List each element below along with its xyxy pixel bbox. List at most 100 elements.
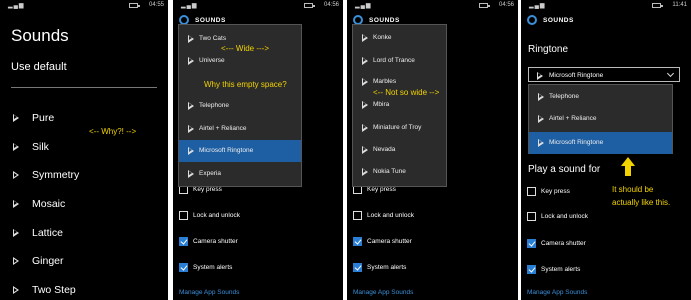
annotation-should-be: It should be actually like this. [612,185,671,207]
option-microsoft-ringtone[interactable]: Microsoft Ringtone [179,140,301,162]
checkbox-box[interactable] [353,211,362,220]
checkbox-box[interactable] [527,212,536,221]
annotation-wide: <--- Wide ---> [221,44,269,53]
sound-item-pure[interactable]: Pure [11,112,79,141]
battery-icon [652,3,663,8]
option-konke[interactable]: Konke [353,31,446,45]
ringtone-label: Ringtone [528,44,569,55]
option-mbira[interactable]: Mbira [353,98,446,112]
sound-list: Pure Silk Symmetry Mosaic Lattice Ginger… [11,112,79,300]
manage-app-sounds-link[interactable]: Manage App Sounds [353,289,413,296]
play-icon[interactable] [362,101,368,109]
ringtone-combobox[interactable]: Microsoft Ringtone [528,67,680,82]
gear-icon [527,15,537,25]
divider [11,87,157,88]
play-icon[interactable] [537,71,543,80]
play-sound-heading: Play a sound for [528,164,601,175]
play-icon[interactable] [362,57,368,65]
option-universe[interactable]: Universe [179,54,301,68]
option-miniature-of-troy[interactable]: Miniature of Troy [353,121,446,135]
status-time: 04:55 [148,2,164,8]
option-lord-of-trance[interactable]: Lord of Trance [353,54,446,68]
play-icon[interactable] [538,93,544,101]
screen-sounds-dropdown-narrow: ▂▄▆ 04:56 SOUNDS Key press Lock and unlo… [347,0,518,300]
play-icon[interactable] [188,147,194,155]
checkbox-lock-unlock[interactable]: Lock and unlock [179,211,240,223]
checkbox-lock-unlock[interactable]: Lock and unlock [527,212,588,224]
checkbox-camera-shutter[interactable]: Camera shutter [527,239,586,251]
play-icon[interactable] [362,78,368,86]
status-bar: ▂▄▆ 04:55 [0,0,168,12]
manage-app-sounds-link[interactable]: Manage App Sounds [179,289,239,296]
checkbox-box[interactable] [353,237,362,246]
sound-item-ginger[interactable]: Ginger [11,255,79,284]
option-telephone[interactable]: Telephone [179,99,301,113]
option-airtel-reliance[interactable]: Airtel + Reliance [529,111,672,127]
checkbox-key-press[interactable]: Key press [527,187,570,199]
play-icon[interactable] [13,114,19,122]
option-nokia-tune[interactable]: Nokia Tune [353,165,446,179]
signal-icon: ▂▄▆ [355,3,372,9]
play-icon[interactable] [188,170,194,178]
checkbox-camera-shutter[interactable]: Camera shutter [353,237,412,249]
arrow-shaft [625,165,631,176]
play-icon[interactable] [362,34,368,42]
checkbox-box[interactable] [527,239,536,248]
play-icon[interactable] [13,228,19,237]
annotation-not-so-wide: <-- Not so wide --> [373,88,440,97]
page-title: Sounds [11,26,69,45]
checkbox-camera-shutter[interactable]: Camera shutter [179,237,238,249]
play-icon[interactable] [362,146,368,154]
checkbox-box[interactable] [179,211,188,220]
status-bar: ▂▄▆ 11:41 [521,0,691,12]
option-telephone[interactable]: Telephone [529,89,672,105]
sound-item-symmetry[interactable]: Symmetry [11,169,79,198]
chevron-down-icon [666,69,675,78]
sound-item-two-step[interactable]: Two Step [11,284,79,300]
screen-sounds-expected: ▂▄▆ 11:41 SOUNDS Ringtone Microsoft Ring… [521,0,691,300]
checkbox-box[interactable] [527,187,536,196]
ringtone-dropdown: Konke Lord of Trance Marbles Mbira Minia… [352,24,447,187]
checkbox-box[interactable] [179,237,188,246]
sound-item-lattice[interactable]: Lattice [11,227,79,256]
play-icon[interactable] [362,124,368,132]
manage-app-sounds-link[interactable]: Manage App Sounds [527,289,587,296]
play-icon[interactable] [13,257,19,266]
battery-icon [129,3,140,8]
sound-item-silk[interactable]: Silk [11,141,79,170]
play-icon[interactable] [188,57,194,65]
option-microsoft-ringtone[interactable]: Microsoft Ringtone [529,132,672,154]
signal-icon: ▂▄▆ [181,3,198,9]
use-default-option[interactable]: Use default [11,61,67,73]
play-icon[interactable] [188,125,194,133]
signal-icon: ▂▄▆ [529,3,546,9]
battery-icon [304,3,315,8]
checkbox-lock-unlock[interactable]: Lock and unlock [353,211,414,223]
play-icon[interactable] [188,35,194,43]
checkbox-box[interactable] [527,265,536,274]
play-icon[interactable] [13,171,19,180]
play-icon[interactable] [538,139,544,147]
checkbox-system-alerts[interactable]: System alerts [179,263,232,275]
sound-item-mosaic[interactable]: Mosaic [11,198,79,227]
status-bar: ▂▄▆ 04:56 [347,0,518,12]
screen-sounds-dropdown-wide: ▂▄▆ 04:56 SOUNDS Key press Lock and unlo… [173,0,343,300]
checkbox-box[interactable] [179,263,188,272]
status-bar: ▂▄▆ 04:56 [173,0,343,12]
play-icon[interactable] [13,286,19,295]
option-airtel-reliance[interactable]: Airtel + Reliance [179,122,301,136]
option-nevada[interactable]: Nevada [353,143,446,157]
option-experia[interactable]: Experia [179,167,301,181]
screen-sounds-list: ▂▄▆ 04:55 Sounds Use default Pure Silk S… [0,0,168,300]
ringtone-dropdown: Telephone Airtel + Reliance Microsoft Ri… [528,84,673,154]
play-icon[interactable] [538,115,544,123]
checkbox-system-alerts[interactable]: System alerts [527,265,580,277]
play-icon[interactable] [13,200,19,209]
play-icon[interactable] [13,142,19,151]
status-time: 11:41 [672,2,687,8]
play-icon[interactable] [188,102,194,110]
play-icon[interactable] [362,168,368,176]
checkbox-system-alerts[interactable]: System alerts [353,263,406,275]
checkbox-box[interactable] [353,263,362,272]
option-marbles[interactable]: Marbles [353,75,446,89]
